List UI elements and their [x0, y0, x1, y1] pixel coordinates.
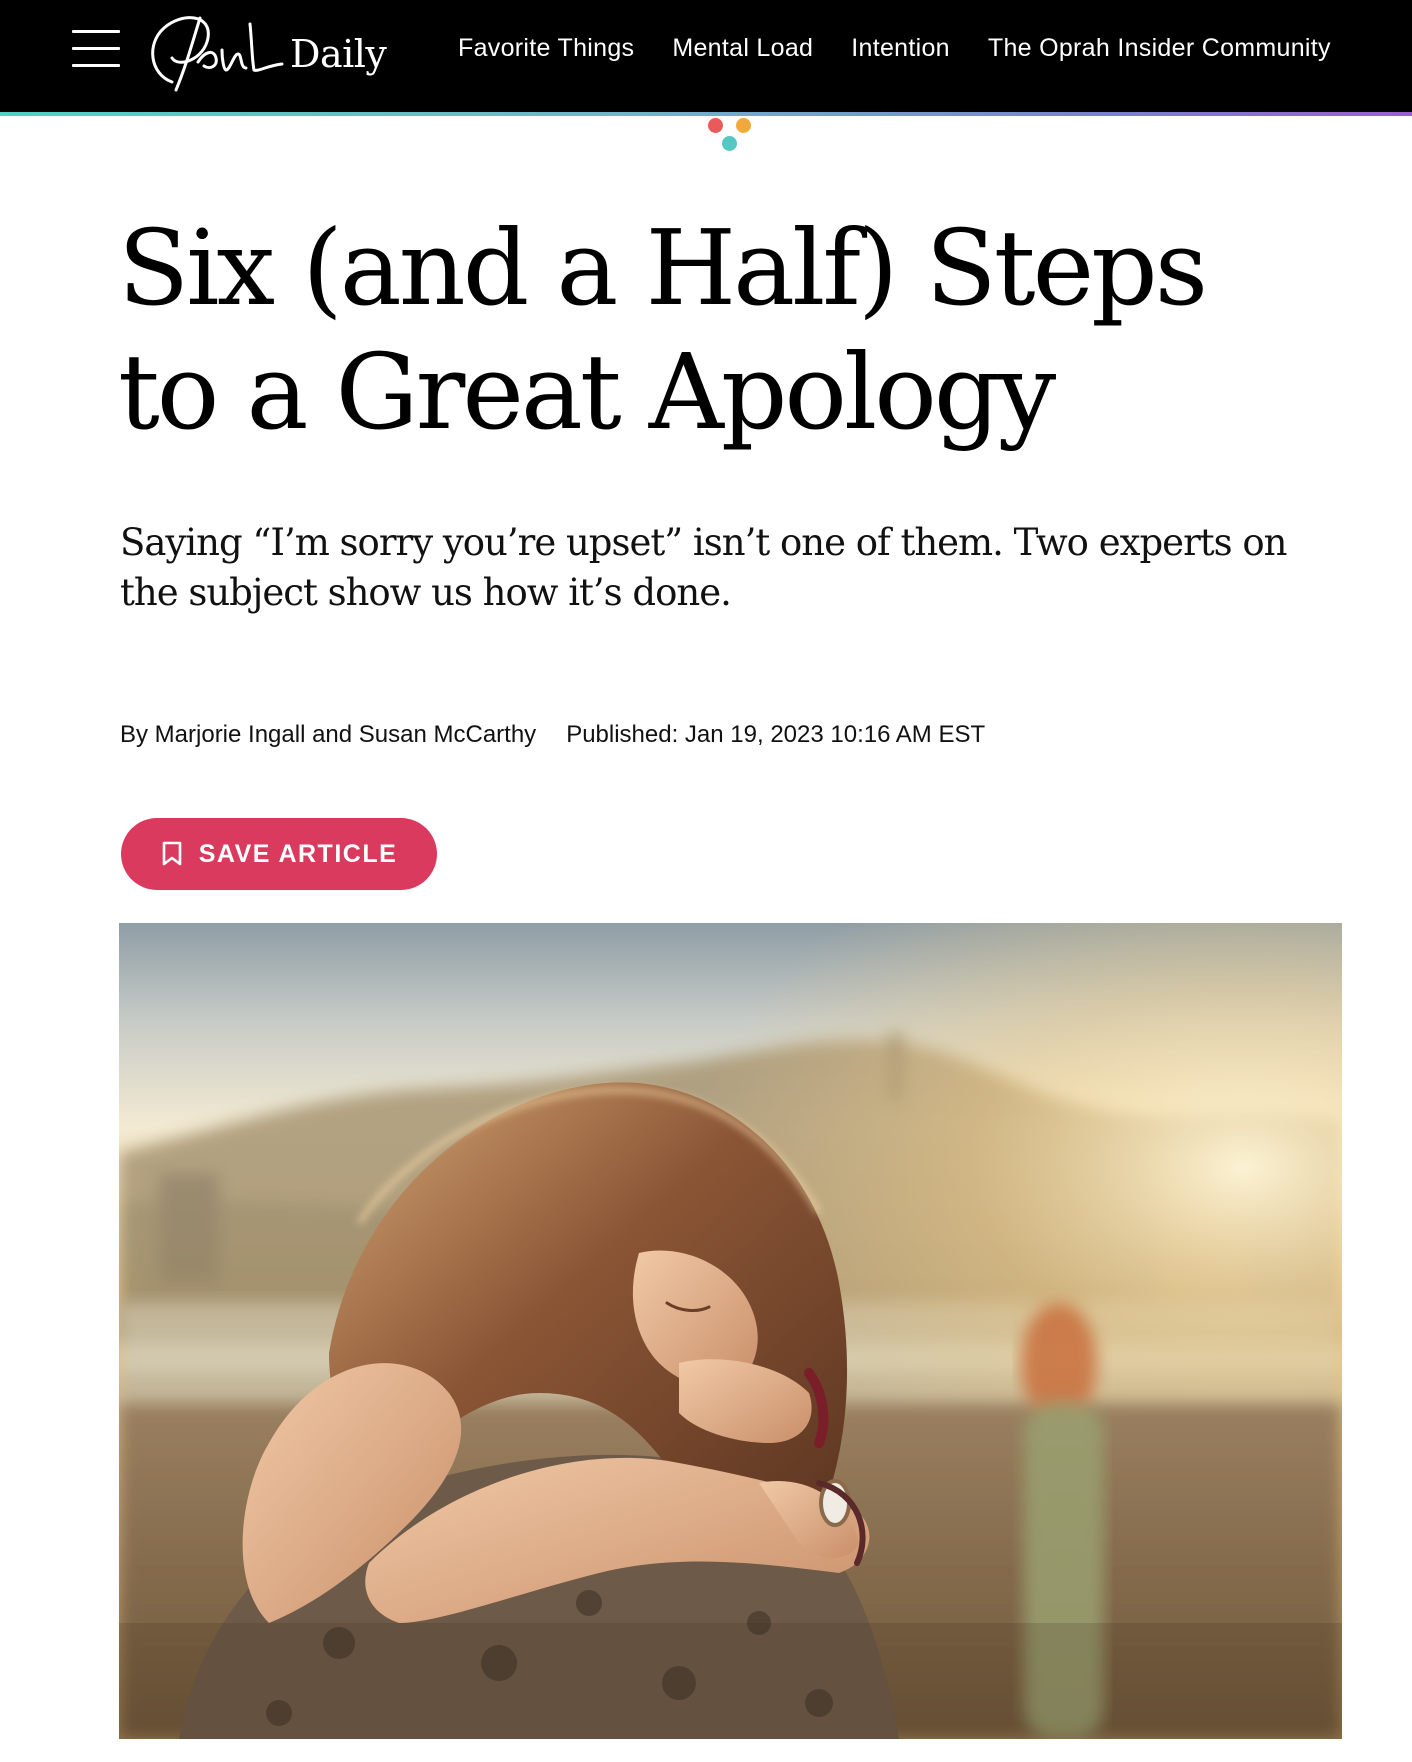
author-credit: By Marjorie Ingall and Susan McCarthy [120, 721, 537, 748]
dot-orange [736, 118, 751, 133]
dek-line-1: Saying “I’m sorry you’re upset” isn’t on… [120, 521, 1287, 564]
hamburger-icon-line [72, 64, 120, 67]
headline-line-2: to a Great Apology [118, 331, 1056, 453]
site-logo[interactable]: Daily [142, 4, 402, 100]
dek-line-2: the subject show us how it’s done. [120, 571, 732, 614]
save-article-button[interactable]: SAVE ARTICLE [121, 818, 437, 890]
headline-line-1: Six (and a Half) Steps [118, 207, 1208, 329]
dot-teal [722, 136, 737, 151]
nav-link-mental-load[interactable]: Mental Load [672, 34, 813, 63]
publish-date: Published: Jan 19, 2023 10:16 AM EST [566, 721, 986, 748]
article-headline: Six (and a Half) Steps to a Great Apolog… [118, 206, 1338, 454]
nav-link-insider-community[interactable]: The Oprah Insider Community [988, 34, 1331, 63]
menu-button[interactable] [70, 26, 122, 72]
site-header: Daily Favorite Things Mental Load Intentio… [0, 0, 1412, 112]
save-article-label: SAVE ARTICLE [198, 839, 398, 868]
dot-red [708, 118, 723, 133]
brand-dots-icon [706, 117, 756, 157]
hamburger-icon-line [72, 47, 120, 50]
header-gradient-rule [0, 112, 1412, 116]
primary-nav: Favorite Things Mental Load Intention The O… [458, 34, 1369, 70]
nav-link-intention[interactable]: Intention [851, 34, 950, 63]
article-byline: By Marjorie Ingall and Susan McCarthy Pub… [120, 721, 985, 749]
hero-image [119, 923, 1342, 1739]
hamburger-icon-line [72, 30, 120, 33]
logo-wordmark: Daily [290, 32, 387, 76]
hero-photo-illustration [119, 923, 1342, 1739]
oprah-signature-logo [151, 16, 284, 92]
bookmark-icon [162, 841, 182, 866]
nav-link-favorite-things[interactable]: Favorite Things [458, 34, 634, 63]
article-dek: Saying “I’m sorry you’re upset” isn’t on… [120, 518, 1320, 618]
